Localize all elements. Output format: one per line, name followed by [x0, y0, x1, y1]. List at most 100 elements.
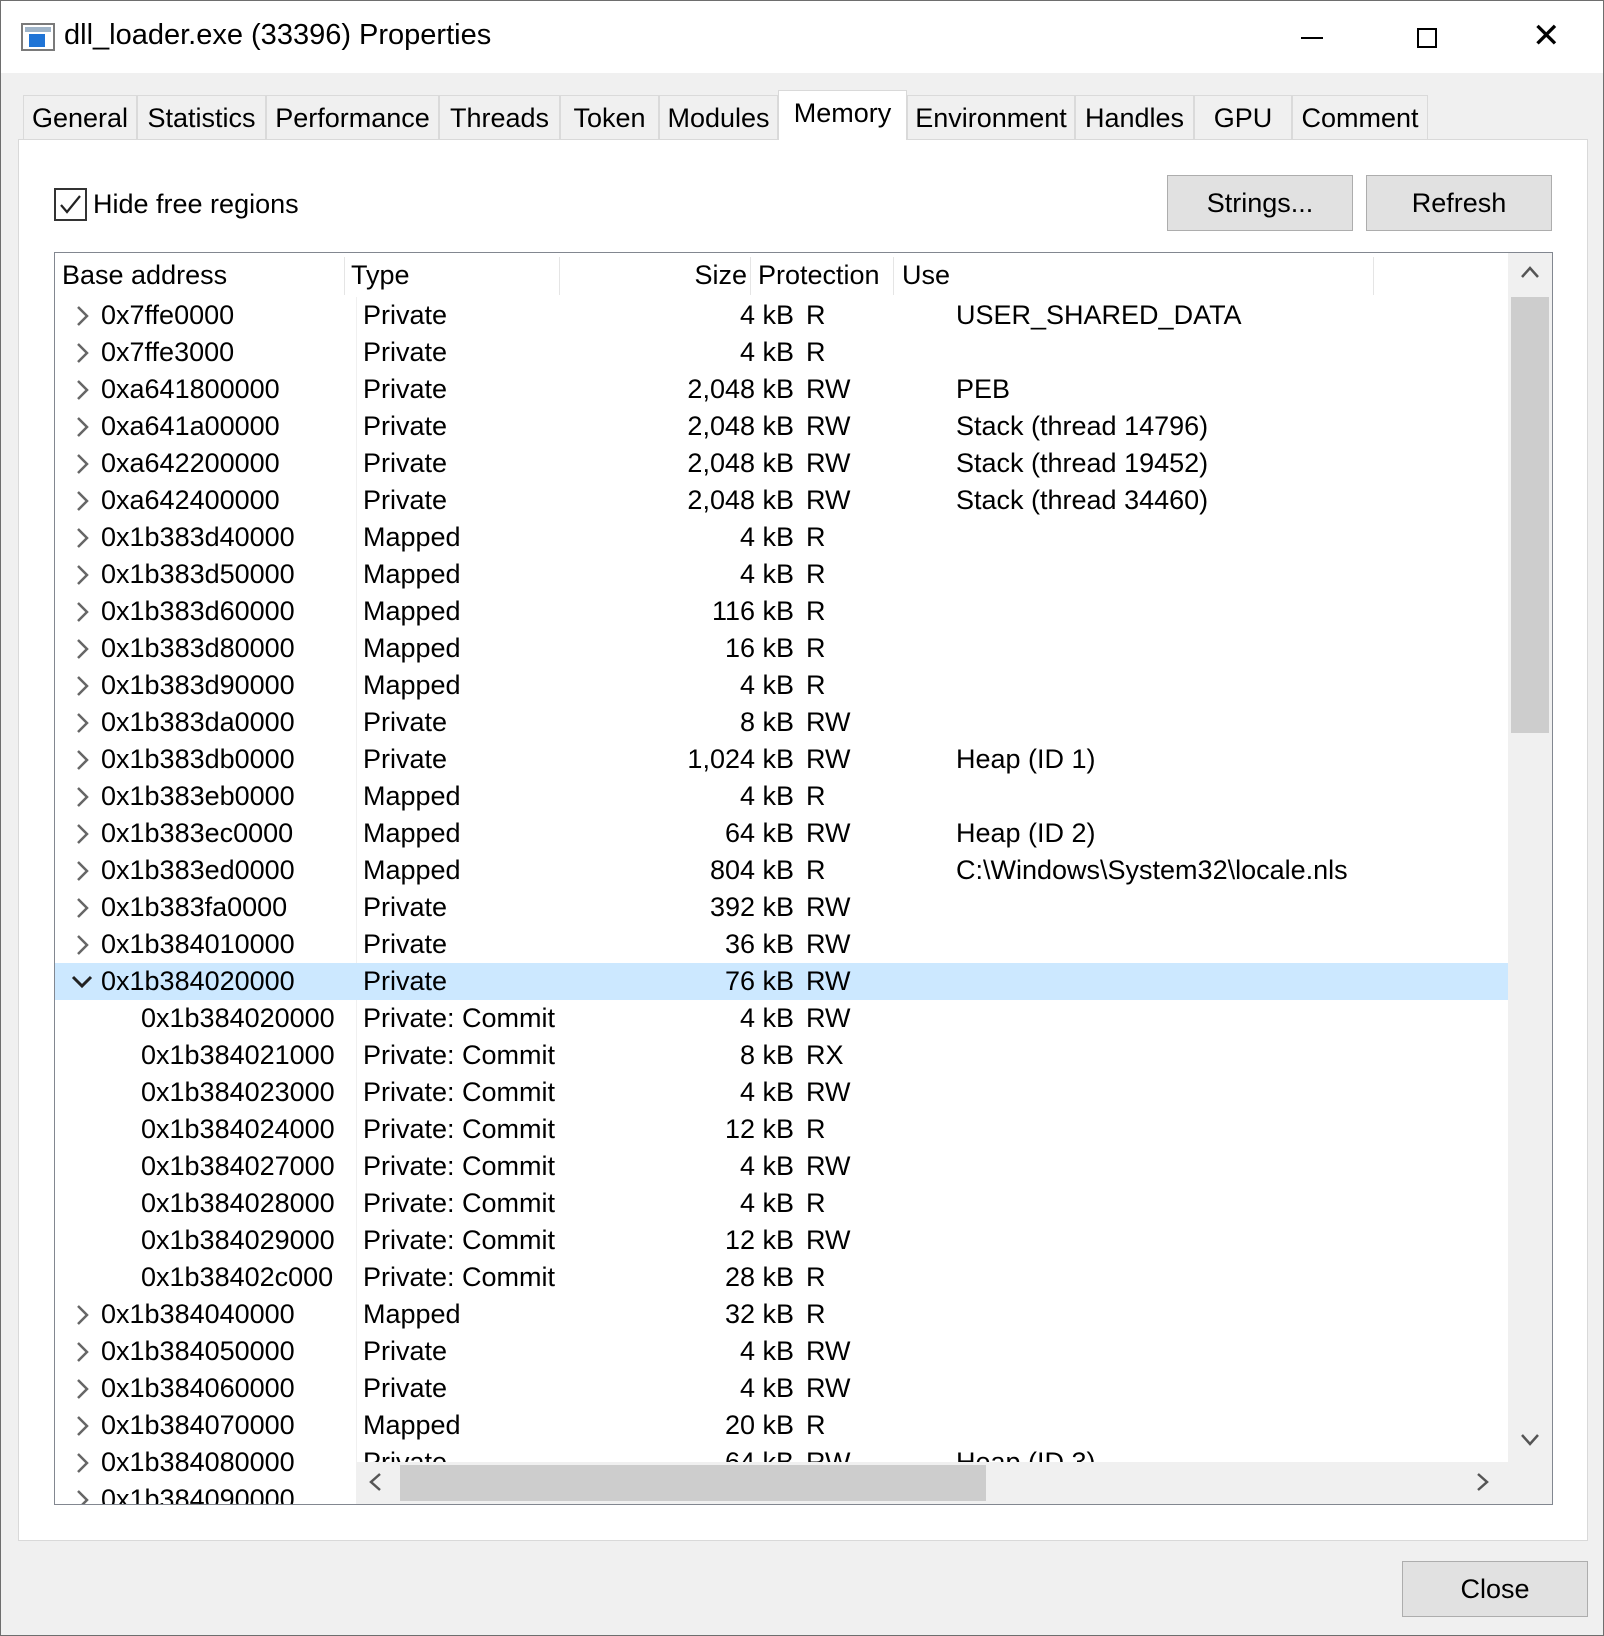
tab-performance[interactable]: Performance	[266, 95, 439, 139]
chevron-right-icon[interactable]	[71, 1407, 93, 1444]
title-bar[interactable]: dll_loader.exe (33396) Properties ✕	[1, 1, 1603, 73]
type-cell: Private: Commit	[363, 1114, 556, 1144]
table-row[interactable]: 0xa641800000 Private 2,048 kB RW PEB	[55, 371, 1508, 408]
chevron-right-icon[interactable]	[71, 1370, 93, 1407]
chevron-right-icon[interactable]	[71, 889, 93, 926]
horizontal-scrollbar[interactable]	[356, 1462, 1508, 1504]
table-row[interactable]: 0xa642200000 Private 2,048 kB RW Stack (thre…	[55, 445, 1508, 482]
table-row[interactable]: 0x1b383ec0000 Mapped 64 kB RW Heap (ID 2)	[55, 815, 1508, 852]
table-row[interactable]: 0x1b384020000 Private 76 kB RW	[55, 963, 1508, 1000]
table-row[interactable]: 0x1b384050000 Private 4 kB RW	[55, 1333, 1508, 1370]
child-table-row[interactable]: 0x1b384029000 Private: Commit 12 kB RW	[55, 1222, 1508, 1259]
column-separator[interactable]	[1373, 257, 1374, 295]
chevron-right-icon[interactable]	[71, 815, 93, 852]
table-row[interactable]: 0x1b383d40000 Mapped 4 kB R	[55, 519, 1508, 556]
chevron-right-icon[interactable]	[71, 371, 93, 408]
chevron-right-icon[interactable]	[71, 667, 93, 704]
chevron-down-icon[interactable]	[71, 963, 93, 1000]
vertical-scrollbar[interactable]	[1508, 253, 1552, 1462]
scroll-up-arrow-icon[interactable]	[1520, 265, 1540, 279]
child-table-row[interactable]: 0x1b384028000 Private: Commit 4 kB R	[55, 1185, 1508, 1222]
table-row[interactable]: 0x1b383db0000 Private 1,024 kB RW Heap (ID 1…	[55, 741, 1508, 778]
column-header-protection[interactable]: Protection	[758, 253, 888, 297]
table-row[interactable]: 0x1b384010000 Private 36 kB RW	[55, 926, 1508, 963]
column-header-size[interactable]: Size	[575, 253, 747, 297]
tab-environment[interactable]: Environment	[907, 95, 1075, 139]
column-header-use[interactable]: Use	[902, 253, 1362, 297]
vertical-scroll-thumb[interactable]	[1511, 297, 1549, 733]
close-button[interactable]: Close	[1402, 1561, 1588, 1617]
tab-gpu[interactable]: GPU	[1194, 95, 1292, 139]
chevron-right-icon[interactable]	[71, 778, 93, 815]
tab-statistics[interactable]: Statistics	[137, 95, 266, 139]
table-row[interactable]: 0x1b383d80000 Mapped 16 kB R	[55, 630, 1508, 667]
table-row[interactable]: 0x1b383d60000 Mapped 116 kB R	[55, 593, 1508, 630]
column-header-type[interactable]: Type	[351, 253, 551, 297]
scroll-right-arrow-icon[interactable]	[1476, 1472, 1490, 1492]
chevron-right-icon[interactable]	[71, 926, 93, 963]
scroll-left-arrow-icon[interactable]	[368, 1472, 382, 1492]
maximize-button[interactable]	[1371, 1, 1486, 73]
protection-cell: RW	[806, 411, 851, 441]
table-row[interactable]: 0x7ffe3000 Private 4 kB R	[55, 334, 1508, 371]
chevron-right-icon[interactable]	[71, 1296, 93, 1333]
scroll-down-arrow-icon[interactable]	[1520, 1433, 1540, 1447]
tab-threads[interactable]: Threads	[439, 95, 560, 139]
chevron-right-icon[interactable]	[71, 519, 93, 556]
table-row[interactable]: 0x1b384040000 Mapped 32 kB R	[55, 1296, 1508, 1333]
child-table-row[interactable]: 0x1b38402c000 Private: Commit 28 kB R	[55, 1259, 1508, 1296]
tab-comment[interactable]: Comment	[1292, 95, 1428, 139]
column-separator[interactable]	[750, 257, 751, 295]
memory-regions-list[interactable]: Base address Type Size Protection Use 0x…	[54, 252, 1553, 1505]
tab-modules[interactable]: Modules	[659, 95, 778, 139]
table-row[interactable]: 0x1b383d50000 Mapped 4 kB R	[55, 556, 1508, 593]
chevron-right-icon[interactable]	[71, 297, 93, 334]
hide-free-regions-option[interactable]: Hide free regions	[54, 186, 299, 222]
chevron-right-icon[interactable]	[71, 852, 93, 889]
tab-token[interactable]: Token	[560, 95, 659, 139]
horizontal-scroll-thumb[interactable]	[400, 1465, 986, 1501]
table-row[interactable]: 0x1b383eb0000 Mapped 4 kB R	[55, 778, 1508, 815]
chevron-right-icon[interactable]	[71, 408, 93, 445]
column-header-base-address[interactable]: Base address	[62, 253, 347, 297]
close-window-button[interactable]: ✕	[1486, 1, 1601, 73]
column-separator[interactable]	[893, 257, 894, 295]
child-table-row[interactable]: 0x1b384023000 Private: Commit 4 kB RW	[55, 1074, 1508, 1111]
table-row[interactable]: 0xa641a00000 Private 2,048 kB RW Stack (thre…	[55, 408, 1508, 445]
table-row[interactable]: 0x1b383ed0000 Mapped 804 kB R C:\Windows\Sys…	[55, 852, 1508, 889]
table-row[interactable]: 0x1b384060000 Private 4 kB RW	[55, 1370, 1508, 1407]
column-separator[interactable]	[344, 257, 345, 295]
base-address-cell: 0x1b383eb0000	[101, 781, 295, 811]
column-separator[interactable]	[559, 257, 560, 295]
chevron-right-icon[interactable]	[71, 741, 93, 778]
tab-memory[interactable]: Memory	[778, 90, 907, 140]
child-table-row[interactable]: 0x1b384021000 Private: Commit 8 kB RX	[55, 1037, 1508, 1074]
size-cell: 36 kB	[724, 929, 794, 959]
strings-button[interactable]: Strings...	[1167, 175, 1353, 231]
chevron-right-icon[interactable]	[71, 445, 93, 482]
base-address-cell: 0x1b384023000	[141, 1077, 335, 1107]
refresh-button[interactable]: Refresh	[1366, 175, 1552, 231]
table-row[interactable]: 0x7ffe0000 Private 4 kB R USER_SHARED_DATA	[55, 297, 1508, 334]
child-table-row[interactable]: 0x1b384020000 Private: Commit 4 kB RW	[55, 1000, 1508, 1037]
tab-handles[interactable]: Handles	[1075, 95, 1194, 139]
chevron-right-icon[interactable]	[71, 556, 93, 593]
child-table-row[interactable]: 0x1b384024000 Private: Commit 12 kB R	[55, 1111, 1508, 1148]
table-row[interactable]: 0x1b383d90000 Mapped 4 kB R	[55, 667, 1508, 704]
table-row[interactable]: 0x1b384070000 Mapped 20 kB R	[55, 1407, 1508, 1444]
chevron-right-icon[interactable]	[71, 704, 93, 741]
chevron-right-icon[interactable]	[71, 1333, 93, 1370]
chevron-right-icon[interactable]	[71, 1481, 93, 1504]
chevron-right-icon[interactable]	[71, 593, 93, 630]
chevron-right-icon[interactable]	[71, 482, 93, 519]
chevron-right-icon[interactable]	[71, 1444, 93, 1481]
child-table-row[interactable]: 0x1b384027000 Private: Commit 4 kB RW	[55, 1148, 1508, 1185]
chevron-right-icon[interactable]	[71, 334, 93, 371]
chevron-right-icon[interactable]	[71, 630, 93, 667]
table-row[interactable]: 0xa642400000 Private 2,048 kB RW Stack (thre…	[55, 482, 1508, 519]
tab-general[interactable]: General	[23, 95, 137, 139]
table-row[interactable]: 0x1b383fa0000 Private 392 kB RW	[55, 889, 1508, 926]
minimize-button[interactable]	[1256, 1, 1371, 73]
hide-free-regions-checkbox[interactable]	[54, 187, 87, 221]
table-row[interactable]: 0x1b383da0000 Private 8 kB RW	[55, 704, 1508, 741]
